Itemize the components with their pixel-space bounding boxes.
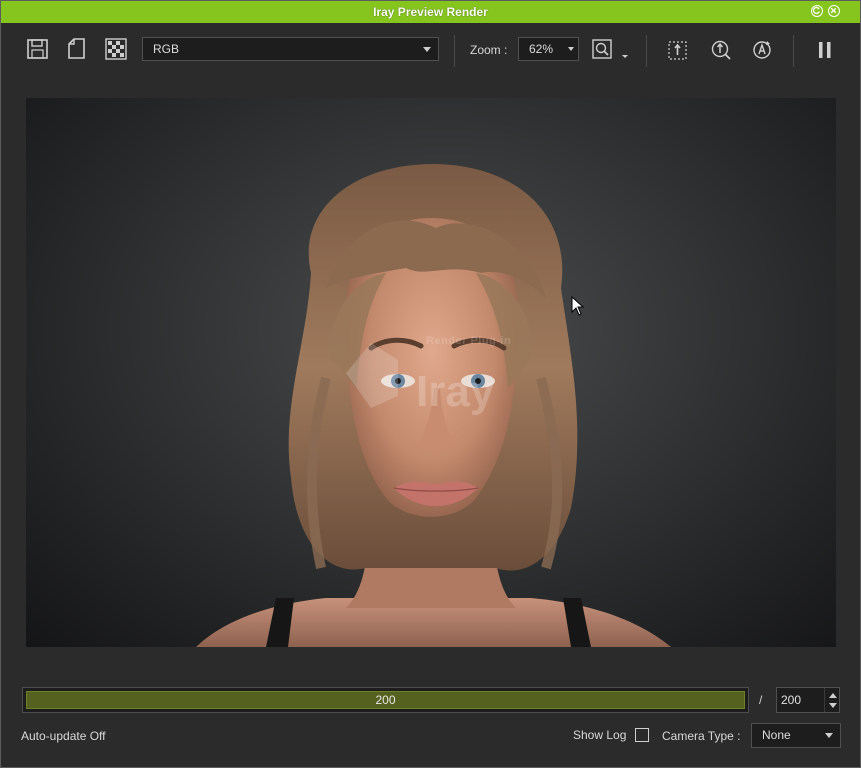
progress-separator: / xyxy=(759,693,763,707)
refresh-icon[interactable] xyxy=(811,5,823,17)
zoom-label: Zoom : xyxy=(470,43,508,57)
pause-icon[interactable] xyxy=(813,37,839,63)
render-progress-bar: 200 xyxy=(22,687,749,713)
title-bar: Iray Preview Render xyxy=(1,1,860,23)
close-icon[interactable] xyxy=(828,5,840,17)
pick-focus-icon[interactable] xyxy=(708,37,734,63)
toolbar: RGB Zoom : 62% xyxy=(1,23,860,77)
iray-preview-window: Iray Preview Render RGB Zoom: 62% Iray … xyxy=(0,0,861,768)
spin-up-icon[interactable] xyxy=(829,693,837,698)
spin-down-icon[interactable] xyxy=(829,703,837,708)
chevron-down-icon xyxy=(568,47,574,51)
chevron-down-icon xyxy=(825,733,833,738)
chevron-down-icon xyxy=(423,47,431,52)
camera-type-value: None xyxy=(762,728,791,742)
spin-divider xyxy=(824,688,825,712)
auto-update-status: Auto-update Off xyxy=(21,729,106,743)
toolbar-divider xyxy=(646,35,647,67)
save-icon[interactable] xyxy=(25,36,51,62)
camera-type-label: Camera Type : xyxy=(662,729,741,743)
watermark-text: Render Plug-in xyxy=(426,335,512,347)
render-region-icon[interactable] xyxy=(665,37,691,63)
window-title: Iray Preview Render xyxy=(373,5,488,19)
auto-render-icon[interactable] xyxy=(749,37,775,63)
zoom-value: 62% xyxy=(529,42,554,56)
max-iterations-spinbox[interactable]: 200 xyxy=(776,687,840,713)
toolbar-divider xyxy=(454,35,455,67)
toolbar-divider xyxy=(793,35,794,67)
show-log-label: Show Log xyxy=(573,728,627,742)
max-iterations-value: 200 xyxy=(781,693,802,707)
zoom-select[interactable]: 62% xyxy=(518,37,579,61)
channel-select-value: RGB xyxy=(153,42,180,56)
zoom-fit-icon[interactable] xyxy=(591,38,631,64)
copy-icon[interactable] xyxy=(64,36,90,62)
show-log-checkbox[interactable] xyxy=(635,728,649,742)
svg-text:Iray: Iray xyxy=(416,367,495,416)
camera-type-select[interactable]: None xyxy=(751,723,841,748)
progress-current: 200 xyxy=(375,693,396,707)
render-image: Iray xyxy=(196,163,671,647)
checkerboard-icon[interactable] xyxy=(103,36,129,62)
render-viewport[interactable]: Iray Render Plug-in xyxy=(26,98,836,647)
mouse-cursor-icon xyxy=(571,296,585,316)
channel-select[interactable]: RGB xyxy=(142,37,439,61)
